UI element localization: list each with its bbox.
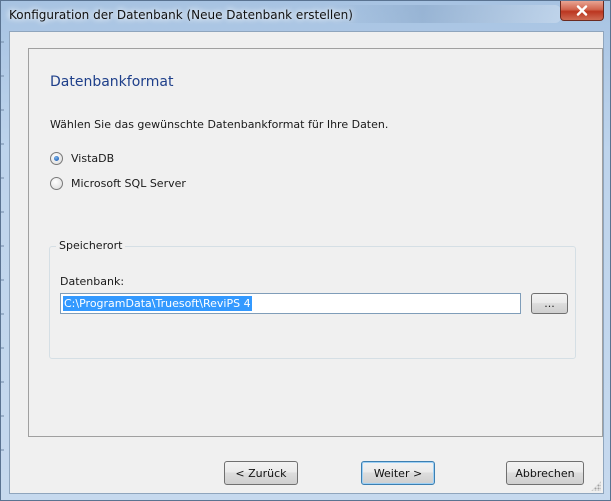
- group-legend: Speicherort: [56, 239, 126, 252]
- database-field-label: Datenbank:: [60, 275, 125, 288]
- window-edge-decoration: [1, 41, 4, 481]
- dialog-window: Konfiguration der Datenbank (Neue Datenb…: [0, 0, 611, 501]
- radio-button-unselected-icon[interactable]: [50, 177, 63, 190]
- wizard-page-panel: Datenbankformat Wählen Sie das gewünscht…: [28, 48, 603, 437]
- radio-mssql[interactable]: Microsoft SQL Server: [50, 177, 186, 190]
- title-bar-glass-blur: [331, 5, 561, 23]
- radio-label-vistadb[interactable]: VistaDB: [71, 152, 114, 165]
- radio-vistadb[interactable]: VistaDB: [50, 152, 114, 165]
- page-title: Datenbankformat: [50, 74, 174, 90]
- storage-location-group: Speicherort Datenbank: C:\ProgramData\Tr…: [49, 239, 576, 359]
- window-title: Konfiguration der Datenbank (Neue Datenb…: [9, 8, 353, 22]
- instruction-text: Wählen Sie das gewünschte Datenbankforma…: [50, 118, 389, 131]
- close-button[interactable]: [560, 1, 604, 21]
- resize-grip[interactable]: [591, 481, 601, 491]
- back-button[interactable]: < Zurück: [224, 461, 298, 485]
- close-icon: [576, 5, 588, 16]
- browse-button[interactable]: ...: [531, 293, 568, 314]
- selected-path-text[interactable]: C:\ProgramData\Truesoft\ReviPS 4: [63, 296, 252, 311]
- next-button[interactable]: Weiter >: [361, 461, 435, 485]
- radio-label-mssql[interactable]: Microsoft SQL Server: [71, 177, 186, 190]
- dialog-client-area: Datenbankformat Wählen Sie das gewünscht…: [9, 31, 604, 494]
- cancel-button[interactable]: Abbrechen: [506, 461, 584, 485]
- title-bar[interactable]: Konfiguration der Datenbank (Neue Datenb…: [1, 1, 610, 31]
- radio-button-selected-icon[interactable]: [50, 152, 63, 165]
- database-path-input[interactable]: C:\ProgramData\Truesoft\ReviPS 4: [60, 293, 521, 314]
